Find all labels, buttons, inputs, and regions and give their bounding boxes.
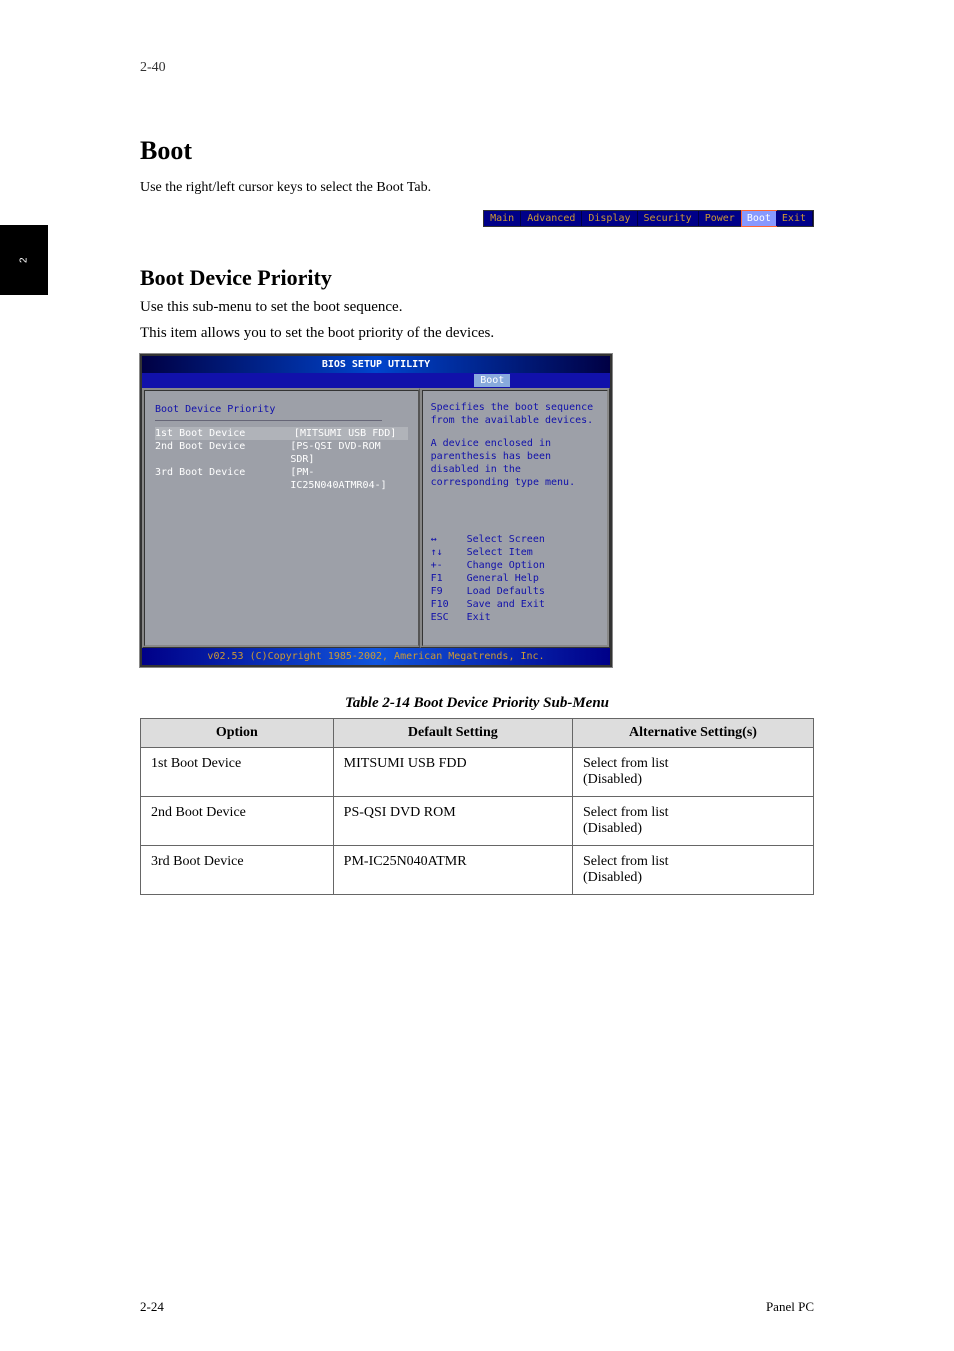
cell-alt: Select from list (Disabled): [572, 796, 813, 845]
side-tab: 2: [0, 225, 48, 295]
bios-screenshot: BIOS SETUP UTILITY Boot Boot Device Prio…: [140, 354, 612, 667]
cell-option: 2nd Boot Device: [141, 796, 334, 845]
tab-boot: Boot: [741, 210, 777, 227]
tab-strip: Main Advanced Display Security Power Boo…: [483, 210, 814, 227]
bios-row-label: 1st Boot Device: [155, 427, 294, 440]
cell-alt: Select from list (Disabled): [572, 747, 813, 796]
bios-left-heading: Boot Device Priority: [155, 403, 408, 416]
key: ↑↓: [431, 546, 467, 559]
table-row: 1st Boot Device MITSUMI USB FDD Select f…: [141, 747, 814, 796]
section-subtitle: Use the right/left cursor keys to select…: [140, 180, 814, 196]
bios-footer: v02.53 (C)Copyright 1985-2002, American …: [142, 648, 610, 665]
footer-right: Panel PC: [766, 1299, 814, 1315]
bios-row-value: [MITSUMI USB FDD]: [294, 427, 396, 440]
bios-row-2: 2nd Boot Device [PS-QSI DVD-ROM SDR]: [155, 440, 408, 466]
key-desc: Save and Exit: [467, 598, 545, 611]
table-row: 2nd Boot Device PS-QSI DVD ROM Select fr…: [141, 796, 814, 845]
key-desc: Exit: [467, 611, 491, 624]
tab-exit: Exit: [776, 211, 813, 226]
tab-security: Security: [638, 211, 699, 226]
subsection-title: Boot Device Priority: [140, 265, 814, 291]
bios-row-value: [PM-IC25N040ATMR04-]: [290, 466, 407, 492]
bios-left-panel: Boot Device Priority 1st Boot Device [MI…: [142, 388, 420, 648]
subsection-para1: Use this sub-menu to set the boot sequen…: [140, 297, 814, 317]
boot-priority-table: Table 2-14 Boot Device Priority Sub-Menu…: [140, 695, 814, 895]
bios-tab-row: Boot: [142, 373, 610, 388]
cell-option: 3rd Boot Device: [141, 845, 334, 894]
table-caption: Table 2-14 Boot Device Priority Sub-Menu: [140, 695, 814, 712]
tab-power: Power: [699, 211, 742, 226]
footer-bar: 2-24 Panel PC: [140, 1299, 814, 1315]
table-header-default: Default Setting: [333, 718, 572, 747]
section-title: Boot: [140, 136, 814, 166]
subsection-para2: This item allows you to set the boot pri…: [140, 323, 814, 343]
key-desc: Change Option: [467, 559, 545, 572]
page-number-top: 2-40: [140, 60, 814, 76]
key: ↔: [431, 533, 467, 546]
cell-default: MITSUMI USB FDD: [333, 747, 572, 796]
key: +-: [431, 559, 467, 572]
bios-row-value: [PS-QSI DVD-ROM SDR]: [290, 440, 407, 466]
bios-row-label: 2nd Boot Device: [155, 440, 290, 466]
tab-display: Display: [582, 211, 637, 226]
bios-row-1: 1st Boot Device [MITSUMI USB FDD]: [155, 427, 408, 440]
cell-default: PM-IC25N040ATMR: [333, 845, 572, 894]
footer-left: 2-24: [140, 1299, 164, 1315]
key: F9: [431, 585, 467, 598]
bios-help-para1: Specifies the boot sequence from the ava…: [431, 401, 599, 427]
table-header-option: Option: [141, 718, 334, 747]
bios-right-panel: Specifies the boot sequence from the ava…: [420, 388, 610, 648]
key: F1: [431, 572, 467, 585]
key: ESC: [431, 611, 467, 624]
tab-advanced: Advanced: [521, 211, 582, 226]
table-header-alt: Alternative Setting(s): [572, 718, 813, 747]
bios-title: BIOS SETUP UTILITY: [142, 356, 610, 373]
bios-row-label: 3rd Boot Device: [155, 466, 290, 492]
table-row: 3rd Boot Device PM-IC25N040ATMR Select f…: [141, 845, 814, 894]
key: F10: [431, 598, 467, 611]
key-desc: Select Screen: [467, 533, 545, 546]
key-desc: Load Defaults: [467, 585, 545, 598]
cell-option: 1st Boot Device: [141, 747, 334, 796]
bios-help-para2: A device enclosed in parenthesis has bee…: [431, 437, 599, 489]
bios-key-legend: ↔Select Screen ↑↓Select Item +-Change Op…: [431, 533, 599, 624]
tab-main: Main: [484, 211, 521, 226]
bios-tab-boot: Boot: [474, 374, 510, 387]
key-desc: Select Item: [467, 546, 533, 559]
bios-row-3: 3rd Boot Device [PM-IC25N040ATMR04-]: [155, 466, 408, 492]
key-desc: General Help: [467, 572, 539, 585]
cell-alt: Select from list (Disabled): [572, 845, 813, 894]
cell-default: PS-QSI DVD ROM: [333, 796, 572, 845]
